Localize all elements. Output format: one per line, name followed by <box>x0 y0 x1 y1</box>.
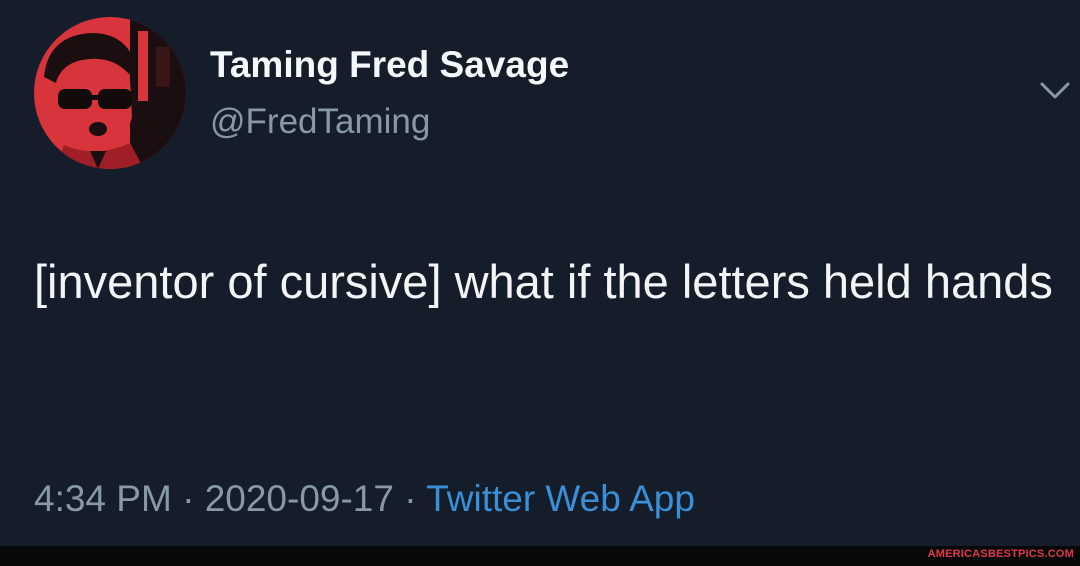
tweet-text: [inventor of cursive] what if the letter… <box>34 255 1053 308</box>
profile-avatar[interactable] <box>34 17 186 169</box>
tweet-date[interactable]: 2020-09-17 <box>205 478 394 519</box>
tweet-time[interactable]: 4:34 PM <box>34 478 172 519</box>
meta-separator: · <box>182 478 195 519</box>
watermark-bar <box>0 546 1080 566</box>
meta-separator: · <box>404 478 417 519</box>
display-name[interactable]: Taming Fred Savage <box>210 44 569 86</box>
watermark-text: AMERICASBESTPICS.COM <box>927 548 1074 560</box>
tweet-card: Taming Fred Savage @FredTaming [inventor… <box>0 0 1080 546</box>
chevron-down-icon[interactable] <box>1038 80 1072 102</box>
tweet-source-link[interactable]: Twitter Web App <box>426 478 695 519</box>
avatar-image <box>34 17 186 169</box>
user-handle[interactable]: @FredTaming <box>210 102 430 142</box>
tweet-meta: 4:34 PM · 2020-09-17 · Twitter Web App <box>34 478 695 520</box>
